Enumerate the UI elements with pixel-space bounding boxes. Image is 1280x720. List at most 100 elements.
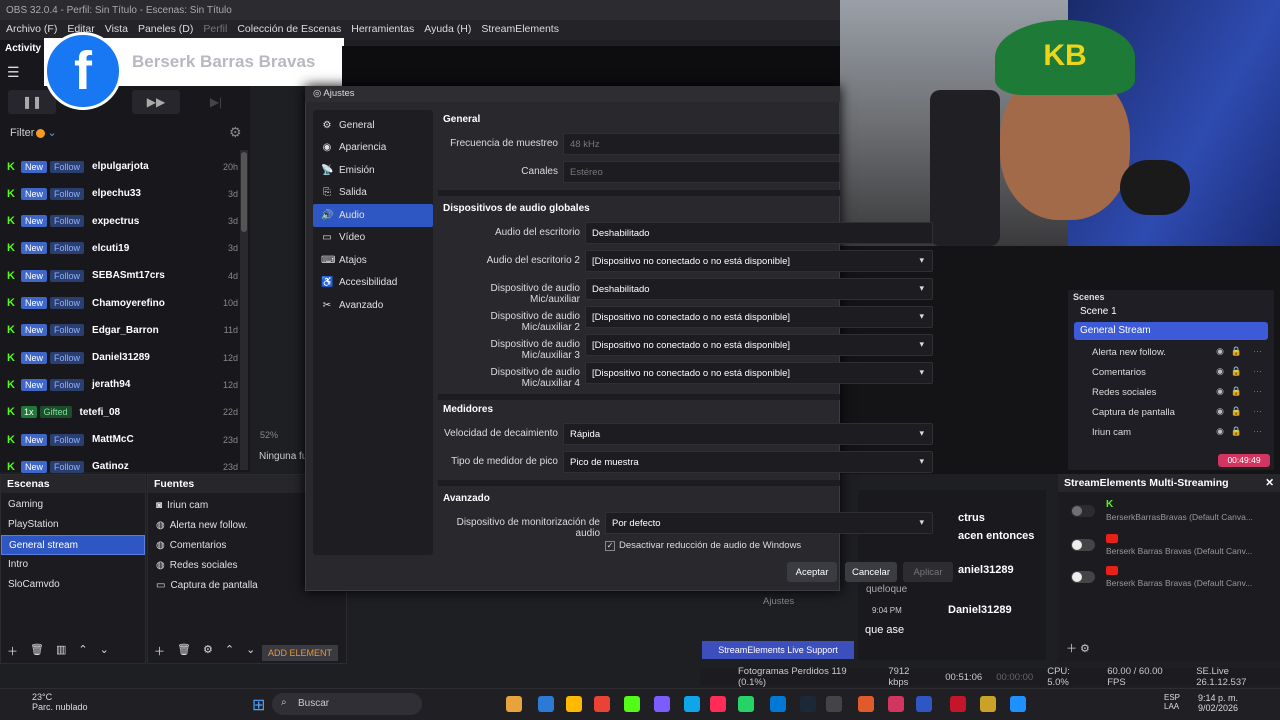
settings-nav-avanzado[interactable]: ✂ Avanzado — [313, 294, 433, 317]
feed-item[interactable]: K 1x Gifted tetefi_08 22d — [0, 399, 238, 426]
scene-item[interactable]: Gaming — [1, 495, 145, 515]
global-device-select[interactable]: [Dispositivo no conectado o no está disp… — [585, 306, 933, 328]
scene-item[interactable]: SloCamvdo — [1, 575, 145, 595]
pause-button[interactable]: ❚❚ — [8, 90, 56, 114]
multistream-row[interactable]: Berserk Barras Bravas (Default Canv... — [1066, 534, 1276, 560]
skip-button[interactable]: ▶▶ — [132, 90, 180, 114]
settings-nav-salida[interactable]: ⎘ Salida — [313, 182, 433, 205]
channels-field[interactable]: Estéreo — [563, 161, 840, 183]
toggle-switch[interactable] — [1071, 505, 1095, 517]
app-icon[interactable] — [1010, 696, 1026, 712]
gear-icon[interactable]: ⚙ — [203, 643, 213, 659]
ducking-checkbox-row[interactable]: ✓ Desactivar reducción de audio de Windo… — [605, 540, 801, 551]
menu-coleccion[interactable]: Colección de Escenas — [237, 23, 341, 37]
menu-paneles[interactable]: Paneles (D) — [138, 23, 193, 37]
apply-button[interactable]: Aplicar — [903, 562, 953, 582]
overlay-source-item[interactable]: Redes sociales ◉ 🔒 ⋯ — [1068, 383, 1274, 403]
eye-icon[interactable]: ◉ — [1216, 346, 1224, 357]
overlay-source-item[interactable]: Captura de pantalla ◉ 🔒 ⋯ — [1068, 403, 1274, 423]
lock-icon[interactable]: 🔒 — [1231, 386, 1242, 397]
eye-icon[interactable]: ◉ — [1216, 426, 1224, 437]
lock-icon[interactable]: 🔒 — [1231, 346, 1242, 357]
feed-item[interactable]: K New Follow elcuti19 3d — [0, 235, 238, 262]
steam-icon[interactable] — [800, 696, 816, 712]
feed-item[interactable]: K New Follow elpechu33 3d — [0, 180, 238, 207]
feed-item[interactable]: K New Follow jerath94 12d — [0, 371, 238, 398]
cancel-button[interactable]: Cancelar — [845, 562, 897, 582]
skip-end-button[interactable]: ▶| — [192, 90, 240, 114]
app-icon[interactable] — [858, 696, 874, 712]
file-explorer-icon[interactable] — [506, 696, 522, 712]
add-icon[interactable]: ＋ — [7, 643, 18, 659]
decay-select[interactable]: Rápida — [563, 423, 933, 445]
feed-item[interactable]: K New Follow MattMcC 23d — [0, 426, 238, 453]
up-icon[interactable]: ⌃ — [225, 643, 234, 659]
menu-vista[interactable]: Vista — [105, 23, 128, 37]
eye-icon[interactable]: ◉ — [1216, 406, 1224, 417]
ok-button[interactable]: Aceptar — [787, 562, 837, 582]
lock-icon[interactable]: 🔒 — [1231, 426, 1242, 437]
add-icon[interactable]: ＋ — [154, 643, 165, 659]
se-live-support-button[interactable]: StreamElements Live Support — [702, 641, 854, 659]
settings-nav-atajos[interactable]: ⌨ Atajos — [313, 249, 433, 272]
whatsapp-icon[interactable] — [738, 696, 754, 712]
scene-item[interactable]: Intro — [1, 555, 145, 575]
up-icon[interactable]: ⌃ — [78, 643, 87, 659]
overlay-source-item[interactable]: Alerta new follow. ◉ 🔒 ⋯ — [1068, 343, 1274, 363]
global-device-select[interactable]: [Dispositivo no conectado o no está disp… — [585, 334, 933, 356]
toggle-switch[interactable] — [1071, 571, 1095, 583]
toggle-switch[interactable] — [1071, 539, 1095, 551]
feed-scrollbar-thumb[interactable] — [241, 152, 247, 232]
eye-icon[interactable]: ◉ — [1216, 366, 1224, 377]
trash-icon[interactable]: 🗑 — [177, 643, 191, 659]
more-icon[interactable]: ⋯ — [1253, 426, 1262, 437]
weather-widget[interactable]: 23°C Parc. nublado — [8, 692, 88, 712]
folder-icon[interactable] — [566, 696, 582, 712]
global-device-select[interactable]: Deshabilitado — [585, 222, 933, 244]
lock-icon[interactable]: 🔒 — [1231, 406, 1242, 417]
filter-button[interactable]: Filter ⌄ — [10, 126, 57, 139]
epic-icon[interactable] — [826, 696, 842, 712]
menu-perfil[interactable]: Perfil — [203, 23, 227, 37]
settings-nav-apariencia[interactable]: ◉ Apariencia — [313, 137, 433, 160]
edge-beta-icon[interactable] — [684, 696, 700, 712]
feed-item[interactable]: K New Follow Edgar_Barron 11d — [0, 317, 238, 344]
sample-rate-field[interactable]: 48 kHz — [563, 133, 840, 155]
down-icon[interactable]: ⌄ — [100, 643, 109, 659]
windows-start-icon[interactable]: ⊞ — [252, 695, 265, 715]
lock-icon[interactable]: 🔒 — [1231, 366, 1242, 377]
menu-ayuda[interactable]: Ayuda (H) — [424, 23, 471, 37]
add-element-button[interactable]: ADD ELEMENT — [262, 645, 338, 661]
trash-icon[interactable]: 🗑 — [30, 643, 44, 659]
feed-item[interactable]: K New Follow Daniel31289 12d — [0, 344, 238, 371]
monitor-select[interactable]: Por defecto — [605, 512, 933, 534]
settings-nav-general[interactable]: ⚙ General — [313, 114, 433, 137]
settings-nav-accesibilidad[interactable]: ♿ Accesibilidad — [313, 272, 433, 295]
more-icon[interactable]: ⋯ — [1253, 406, 1262, 417]
multistream-row[interactable]: K BerserkBarrasBravas (Default Canva... — [1066, 499, 1276, 526]
feed-item[interactable]: K New Follow Chamoyerefino 10d — [0, 290, 238, 317]
filter-icon[interactable]: ▥ — [56, 643, 66, 659]
app-icon[interactable] — [950, 696, 966, 712]
hamburger-icon[interactable]: ☰ — [7, 64, 20, 81]
obs-icon[interactable] — [888, 696, 904, 712]
peak-select[interactable]: Pico de muestra — [563, 451, 933, 473]
chrome-icon[interactable] — [594, 696, 610, 712]
global-device-select[interactable]: Deshabilitado — [585, 278, 933, 300]
feed-item[interactable]: K New Follow SEBASmt17crs 4d — [0, 262, 238, 289]
close-icon[interactable]: ✕ — [1265, 477, 1274, 489]
discord-icon[interactable] — [654, 696, 670, 712]
more-icon[interactable]: ⋯ — [1253, 346, 1262, 357]
checkbox-checked[interactable]: ✓ — [605, 540, 615, 551]
add-icon[interactable]: ＋ ⚙ — [1066, 640, 1090, 656]
overlay-current-scene[interactable]: Scene 1 — [1068, 304, 1274, 319]
tiktok-icon[interactable] — [710, 696, 726, 712]
settings-nav-vdeo[interactable]: ▭ Vídeo — [313, 227, 433, 250]
menu-streamelements[interactable]: StreamElements — [481, 23, 559, 37]
edge-icon[interactable] — [538, 696, 554, 712]
down-icon[interactable]: ⌄ — [246, 643, 255, 659]
menu-herramientas[interactable]: Herramientas — [351, 23, 414, 37]
overlay-scene-selected[interactable]: General Stream — [1074, 322, 1268, 340]
scene-item-selected[interactable]: General stream — [1, 535, 145, 555]
more-icon[interactable]: ⋯ — [1253, 366, 1262, 377]
